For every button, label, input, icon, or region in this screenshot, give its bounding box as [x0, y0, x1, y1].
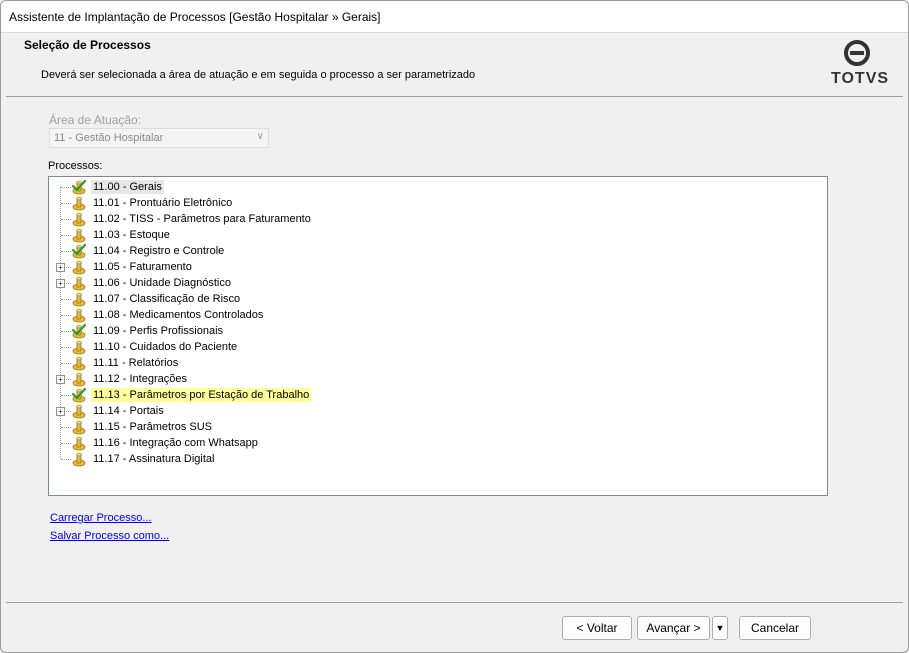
- wizard-content: Área de Atuação: 11 - Gestão Hospitalar …: [6, 98, 903, 602]
- tree-item-label: 11.01 - Prontuário Eletrônico: [93, 197, 233, 209]
- tree-item-label: 11.02 - TISS - Parâmetros para Faturamen…: [93, 213, 311, 225]
- tree-item-label: 11.03 - Estoque: [93, 229, 170, 241]
- expand-icon[interactable]: +: [56, 407, 65, 416]
- save-process-link[interactable]: Salvar Processo como...: [50, 530, 169, 542]
- tree-item[interactable]: 11.07 - Classificação de Risco: [49, 291, 827, 307]
- tree-item-label: 11.17 - Assinatura Digital: [93, 453, 215, 465]
- totvs-logo-icon: [844, 40, 870, 66]
- chevron-down-icon: ▼: [715, 623, 725, 633]
- process-node-icon: [72, 436, 86, 451]
- process-node-icon: [72, 404, 86, 419]
- tree-item[interactable]: 11.01 - Prontuário Eletrônico: [49, 195, 827, 211]
- process-checked-icon: [71, 179, 87, 195]
- tree-item-label: 11.05 - Faturamento: [93, 261, 192, 273]
- process-node-icon: [72, 260, 86, 275]
- window-title: Assistente de Implantação de Processos […: [9, 10, 381, 24]
- wizard-window: Assistente de Implantação de Processos […: [0, 0, 909, 653]
- load-process-link[interactable]: Carregar Processo...: [50, 512, 169, 524]
- tree-item-label: 11.09 - Perfis Profissionais: [93, 325, 224, 337]
- expand-icon[interactable]: +: [56, 279, 65, 288]
- process-tree[interactable]: 11.00 - Gerais 11.01 - Prontuário Eletrôn…: [48, 176, 828, 496]
- wizard-header: Seleção de Processos Deverá ser selecion…: [6, 34, 903, 97]
- tree-item[interactable]: 11.13 - Parâmetros por Estação de Trabal…: [49, 387, 827, 403]
- tree-branch-line: [61, 315, 71, 316]
- process-checked-icon: [71, 387, 87, 403]
- tree-item[interactable]: 11.16 - Integração com Whatsapp: [49, 435, 827, 451]
- tree-item[interactable]: 11.08 - Medicamentos Controlados: [49, 307, 827, 323]
- tree-item[interactable]: 11.03 - Estoque: [49, 227, 827, 243]
- tree-item-label: 11.10 - Cuidados do Paciente: [93, 341, 238, 353]
- tree-item-label: 11.08 - Medicamentos Controlados: [93, 309, 264, 321]
- tree-item[interactable]: +11.06 - Unidade Diagnóstico: [49, 275, 827, 291]
- expand-icon[interactable]: +: [56, 375, 65, 384]
- tree-branch-line: [61, 203, 71, 204]
- page-title: Seleção de Processos: [24, 38, 151, 52]
- page-description: Deverá ser selecionada a área de atuação…: [41, 69, 476, 81]
- tree-item-label: 11.12 - Integrações: [93, 373, 187, 385]
- tree-item-label: 11.11 - Relatórios: [93, 357, 179, 369]
- process-node-icon: [72, 276, 86, 291]
- processes-label: Processos:: [48, 160, 103, 172]
- tree-item[interactable]: 11.00 - Gerais: [49, 179, 827, 195]
- process-node-icon: [72, 292, 86, 307]
- process-node-icon: [72, 196, 86, 211]
- expand-icon[interactable]: +: [56, 263, 65, 272]
- process-node-icon: [72, 212, 86, 227]
- tree-branch-line: [61, 363, 71, 364]
- process-node-icon: [72, 452, 86, 467]
- tree-item[interactable]: +11.12 - Integrações: [49, 371, 827, 387]
- tree-branch-line: [61, 427, 71, 428]
- process-node-icon: [72, 340, 86, 355]
- process-checked-icon: [71, 323, 87, 339]
- tree-item[interactable]: 11.09 - Perfis Profissionais: [49, 323, 827, 339]
- wizard-footer: < Voltar Avançar > ▼ Cancelar: [6, 602, 903, 650]
- logo-text: TOTVS: [831, 70, 890, 87]
- tree-item-label: 11.06 - Unidade Diagnóstico: [93, 277, 231, 289]
- tree-item-label: 11.16 - Integração com Whatsapp: [93, 437, 258, 449]
- totvs-logo: TOTVS: [831, 40, 890, 90]
- process-node-icon: [72, 308, 86, 323]
- cancel-button[interactable]: Cancelar: [739, 616, 811, 640]
- process-node-icon: [72, 356, 86, 371]
- tree-item[interactable]: 11.04 - Registro e Controle: [49, 243, 827, 259]
- chevron-down-icon: ∨: [256, 131, 264, 142]
- tree-item-label: 11.14 - Portais: [93, 405, 164, 417]
- tree-branch-line: [61, 251, 71, 252]
- tree-item[interactable]: 11.02 - TISS - Parâmetros para Faturamen…: [49, 211, 827, 227]
- tree-branch-line: [61, 347, 71, 348]
- process-node-icon: [72, 228, 86, 243]
- tree-item[interactable]: 11.17 - Assinatura Digital: [49, 451, 827, 467]
- next-button[interactable]: Avançar >: [637, 616, 710, 640]
- tree-item-label: 11.07 - Classificação de Risco: [93, 293, 241, 305]
- tree-branch-line: [61, 299, 71, 300]
- tree-branch-line: [61, 187, 71, 188]
- tree-branch-line: [61, 219, 71, 220]
- tree-branch-line: [61, 331, 71, 332]
- tree-item-label: 11.04 - Registro e Controle: [93, 245, 225, 257]
- tree-branch-line: [61, 395, 71, 396]
- process-node-icon: [72, 372, 86, 387]
- tree-item[interactable]: 11.11 - Relatórios: [49, 355, 827, 371]
- back-button[interactable]: < Voltar: [562, 616, 632, 640]
- tree-item[interactable]: 11.10 - Cuidados do Paciente: [49, 339, 827, 355]
- tree-branch-line: [61, 443, 71, 444]
- tree-item[interactable]: +11.14 - Portais: [49, 403, 827, 419]
- tree-item-label: 11.13 - Parâmetros por Estação de Trabal…: [91, 388, 312, 402]
- process-node-icon: [72, 420, 86, 435]
- tree-item[interactable]: 11.15 - Parâmetros SUS: [49, 419, 827, 435]
- tree-branch-line: [61, 235, 71, 236]
- next-dropdown-button[interactable]: ▼: [712, 616, 728, 640]
- process-checked-icon: [71, 243, 87, 259]
- area-select[interactable]: 11 - Gestão Hospitalar ∨: [49, 128, 269, 148]
- area-select-value: 11 - Gestão Hospitalar: [54, 132, 164, 144]
- area-label: Área de Atuação:: [49, 113, 142, 127]
- process-links: Carregar Processo... Salvar Processo com…: [50, 512, 169, 548]
- tree-item[interactable]: +11.05 - Faturamento: [49, 259, 827, 275]
- tree-branch-line: [61, 459, 71, 460]
- title-bar: Assistente de Implantação de Processos […: [1, 1, 908, 33]
- tree-item-label: 11.15 - Parâmetros SUS: [93, 421, 213, 433]
- tree-item-label: 11.00 - Gerais: [91, 180, 164, 194]
